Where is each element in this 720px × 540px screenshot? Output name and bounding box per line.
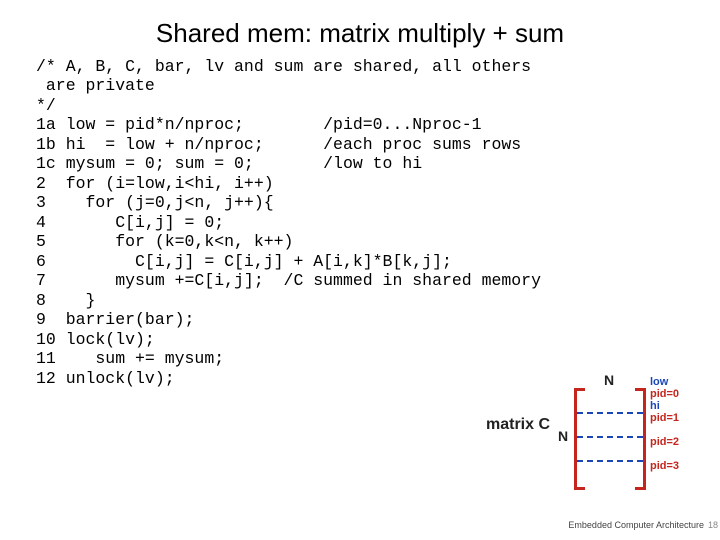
n-top-label: N <box>604 372 614 388</box>
dash-line <box>577 460 643 462</box>
dash-line <box>577 436 643 438</box>
pid-label: pid=2 <box>650 436 679 448</box>
pid-label: pid=1 <box>650 412 679 424</box>
slide-title: Shared mem: matrix multiply + sum <box>0 0 720 49</box>
low-label: low <box>650 376 668 388</box>
bracket-right <box>635 388 646 490</box>
matrix-label: matrix C <box>486 416 550 434</box>
bracket-left <box>574 388 585 490</box>
pid-label: pid=3 <box>650 460 679 472</box>
dash-line <box>577 412 643 414</box>
footer-text: Embedded Computer Architecture <box>568 520 704 530</box>
page-number: 18 <box>708 520 718 530</box>
matrix-brackets <box>574 388 646 484</box>
hi-label: hi <box>650 400 660 412</box>
matrix-diagram: matrix C N N low hi pid=0 pid=1 pid=2 pi… <box>486 372 686 492</box>
n-side-label: N <box>558 428 568 444</box>
code-block: /* A, B, C, bar, lv and sum are shared, … <box>0 49 720 388</box>
pid-label: pid=0 <box>650 388 679 400</box>
